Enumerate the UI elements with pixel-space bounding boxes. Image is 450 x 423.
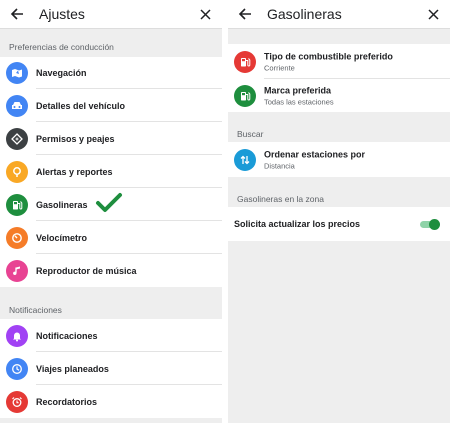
section-label-driving: Preferencias de conducción	[9, 42, 114, 52]
setting-label: Tipo de combustible preferido	[264, 51, 393, 61]
gas-stations-panel: Gasolineras Tipo de combustible preferid…	[228, 0, 450, 423]
setting-update-prices[interactable]: Solicita actualizar los precios	[228, 207, 450, 241]
music-note-icon	[6, 259, 28, 282]
page-title: Ajustes	[39, 6, 85, 22]
setting-label: Ordenar estaciones por	[264, 149, 366, 159]
back-arrow-icon[interactable]	[8, 5, 26, 23]
page-title: Gasolineras	[267, 6, 342, 22]
item-label: Navegación	[36, 68, 87, 78]
settings-header: Ajustes	[0, 0, 222, 29]
sort-arrows-icon	[234, 148, 256, 171]
item-label: Velocímetro	[36, 232, 88, 243]
setting-label: Solicita actualizar los precios	[234, 219, 361, 229]
back-arrow-icon[interactable]	[236, 5, 254, 23]
update-prices-toggle[interactable]	[420, 219, 440, 230]
alert-pin-icon	[6, 160, 28, 183]
setting-text: Marca preferida Todas las estaciones	[264, 85, 334, 106]
close-icon[interactable]	[424, 5, 442, 23]
sidebar-item-reminders[interactable]: Recordatorios	[0, 385, 222, 418]
setting-preferred-brand[interactable]: Marca preferida Todas las estaciones	[228, 79, 450, 112]
car-icon	[6, 94, 28, 117]
setting-value: Todas las estaciones	[264, 97, 334, 106]
setting-sort-stations[interactable]: Ordenar estaciones por Distancia	[228, 142, 450, 177]
item-label: Detalles del vehículo	[36, 100, 126, 111]
map-icon	[6, 62, 28, 84]
sidebar-item-speedometer[interactable]: Velocímetro	[0, 221, 222, 254]
gas-stations-header: Gasolineras	[228, 0, 450, 29]
close-icon[interactable]	[196, 5, 214, 23]
item-label: Viajes planeados	[36, 363, 109, 374]
gas-pump-icon	[234, 50, 256, 73]
item-label: Recordatorios	[36, 396, 98, 407]
sidebar-item-vehicle-details[interactable]: Detalles del vehículo	[0, 89, 222, 122]
section-label-notifications: Notificaciones	[9, 305, 62, 315]
setting-text: Tipo de combustible preferido Corriente	[264, 51, 393, 72]
bell-icon	[6, 324, 28, 347]
item-label: Alertas y reportes	[36, 166, 113, 177]
gas-pump-icon	[234, 84, 256, 107]
setting-value: Distancia	[264, 161, 295, 170]
section-label-search: Buscar	[237, 129, 264, 139]
setting-fuel-type[interactable]: Tipo de combustible preferido Corriente	[228, 44, 450, 79]
checkmark-icon	[96, 193, 122, 212]
setting-label: Marca preferida	[264, 85, 332, 95]
sidebar-item-permits-tolls[interactable]: Permisos y peajes	[0, 122, 222, 155]
toll-diamond-icon	[6, 127, 28, 150]
sidebar-item-alerts[interactable]: Alertas y reportes	[0, 155, 222, 188]
section-label-zone: Gasolineras en la zona	[237, 194, 324, 204]
planned-trip-icon	[6, 357, 28, 380]
alarm-clock-icon	[6, 390, 28, 413]
item-label: Gasolineras	[36, 199, 88, 210]
sidebar-item-planned-trips[interactable]: Viajes planeados	[0, 352, 222, 385]
item-label: Notificaciones	[36, 330, 98, 341]
sidebar-item-navegacion[interactable]: Navegación	[0, 57, 222, 89]
setting-value: Corriente	[264, 63, 295, 72]
gas-pump-icon	[6, 193, 28, 216]
item-label: Reproductor de música	[36, 265, 137, 276]
setting-text: Ordenar estaciones por Distancia	[264, 149, 365, 170]
item-label: Permisos y peajes	[36, 133, 115, 144]
sidebar-item-notifications[interactable]: Notificaciones	[0, 319, 222, 352]
speedometer-icon	[6, 226, 28, 249]
sidebar-item-music-player[interactable]: Reproductor de música	[0, 254, 222, 287]
